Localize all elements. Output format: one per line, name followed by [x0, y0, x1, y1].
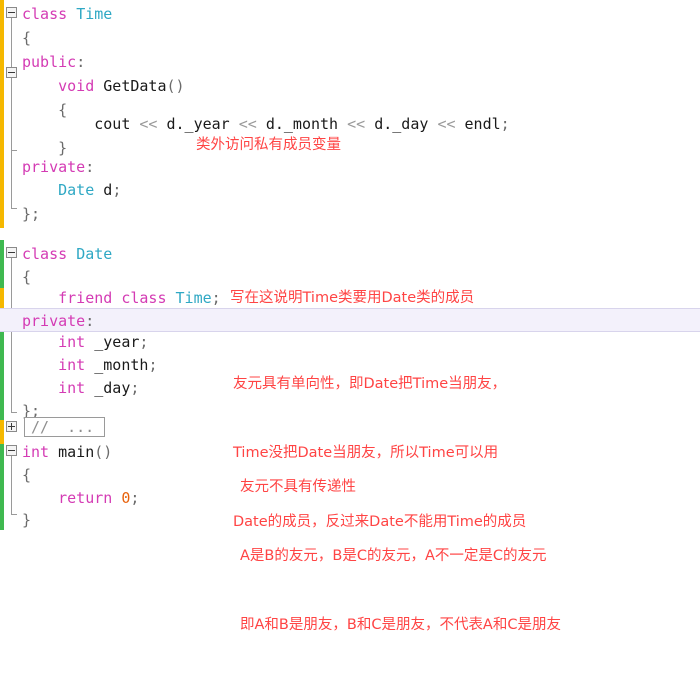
token-d-day: d._day — [374, 115, 429, 133]
token-parens: () — [94, 443, 113, 461]
token-semicolon: ; — [112, 181, 122, 199]
token-keyword: class — [121, 289, 167, 307]
annotation-line: A是B的友元，B是C的友元，A不一定是C的友元 — [240, 548, 547, 564]
token-type-date: Date — [58, 181, 95, 199]
annotation-line: 类外访问私有成员变量 — [196, 137, 341, 153]
annotation-line: 友元不具有传递性 — [240, 479, 356, 495]
token-keyword: class — [22, 245, 68, 263]
token-keyword-int: int — [22, 443, 50, 461]
token-semicolon: ; — [130, 379, 140, 397]
token-shift-operator: << — [238, 115, 257, 133]
token-brace-close-semi: }; — [22, 205, 41, 223]
token-cout: cout — [94, 115, 131, 133]
token-keyword-int: int — [58, 333, 86, 351]
token-keyword: class — [22, 5, 68, 23]
token-type-time: Time — [76, 5, 113, 23]
code-line[interactable]: { — [0, 26, 700, 50]
token-semicolon: ; — [130, 489, 140, 507]
code-line[interactable]: private: — [0, 155, 700, 179]
token-keyword-return: return — [58, 489, 113, 507]
annotation-line: 写在这说明Time类要用Date类的成员 — [230, 290, 475, 306]
token-brace-open: { — [22, 268, 32, 286]
collapsed-region-box[interactable]: // ... — [24, 417, 106, 437]
token-shift-operator: << — [139, 115, 158, 133]
token-brace-close: } — [22, 511, 32, 529]
token-member-day: _day — [94, 379, 131, 397]
token-function-getdata: GetData — [103, 77, 167, 95]
token-keyword-int: int — [58, 379, 86, 397]
token-semicolon: ; — [211, 289, 221, 307]
annotation-access-private-members: 类外访问私有成员变量 — [196, 134, 341, 157]
token-semicolon: ; — [148, 356, 158, 374]
token-identifier-d: d — [103, 181, 113, 199]
token-type-date: Date — [76, 245, 113, 263]
token-brace-open: { — [22, 29, 32, 47]
token-semicolon: ; — [500, 115, 510, 133]
token-shift-operator: << — [347, 115, 366, 133]
code-line[interactable]: cout << d._year << d._month << d._day <<… — [0, 112, 700, 136]
token-member-year: _year — [94, 333, 140, 351]
token-shift-operator: << — [437, 115, 456, 133]
token-colon: : — [76, 53, 86, 71]
annotation-friend-not-transitive: 友元不具有传递性 A是B的友元，B是C的友元，A不一定是C的友元 即A和B是朋友… — [240, 430, 561, 683]
code-editor[interactable]: class Time { public: void GetData() { co… — [0, 0, 700, 633]
token-d-year: d._year — [166, 115, 230, 133]
code-line[interactable]: }; — [0, 202, 700, 226]
token-function-main: main — [58, 443, 95, 461]
token-semicolon: ; — [139, 333, 149, 351]
code-line[interactable]: void GetData() — [0, 74, 700, 98]
annotation-line: 友元具有单向性，即Date把Time当朋友， — [233, 376, 507, 392]
annotation-line: 即A和B是朋友，B和C是朋友，不代表A和C是朋友 — [240, 617, 561, 633]
code-line[interactable]: Date d; — [0, 178, 700, 202]
code-line[interactable]: public: — [0, 50, 700, 74]
token-parens: () — [166, 77, 185, 95]
token-colon: : — [85, 158, 95, 176]
token-keyword-private: private — [22, 312, 86, 330]
token-brace-open: { — [22, 466, 32, 484]
token-keyword-void: void — [58, 77, 95, 95]
token-keyword-int: int — [58, 356, 86, 374]
token-keyword-public: public — [22, 53, 77, 71]
token-d-month: d._month — [265, 115, 339, 133]
annotation-friend-declaration: 写在这说明Time类要用Date类的成员 — [230, 287, 474, 310]
token-colon: : — [85, 312, 95, 330]
token-keyword-private: private — [22, 158, 86, 176]
code-line[interactable]: class Time — [0, 2, 700, 26]
token-type-time: Time — [175, 289, 212, 307]
token-member-month: _month — [94, 356, 149, 374]
code-line[interactable]: class Date — [0, 242, 700, 266]
token-keyword-friend: friend — [58, 289, 113, 307]
token-endl: endl — [464, 115, 501, 133]
